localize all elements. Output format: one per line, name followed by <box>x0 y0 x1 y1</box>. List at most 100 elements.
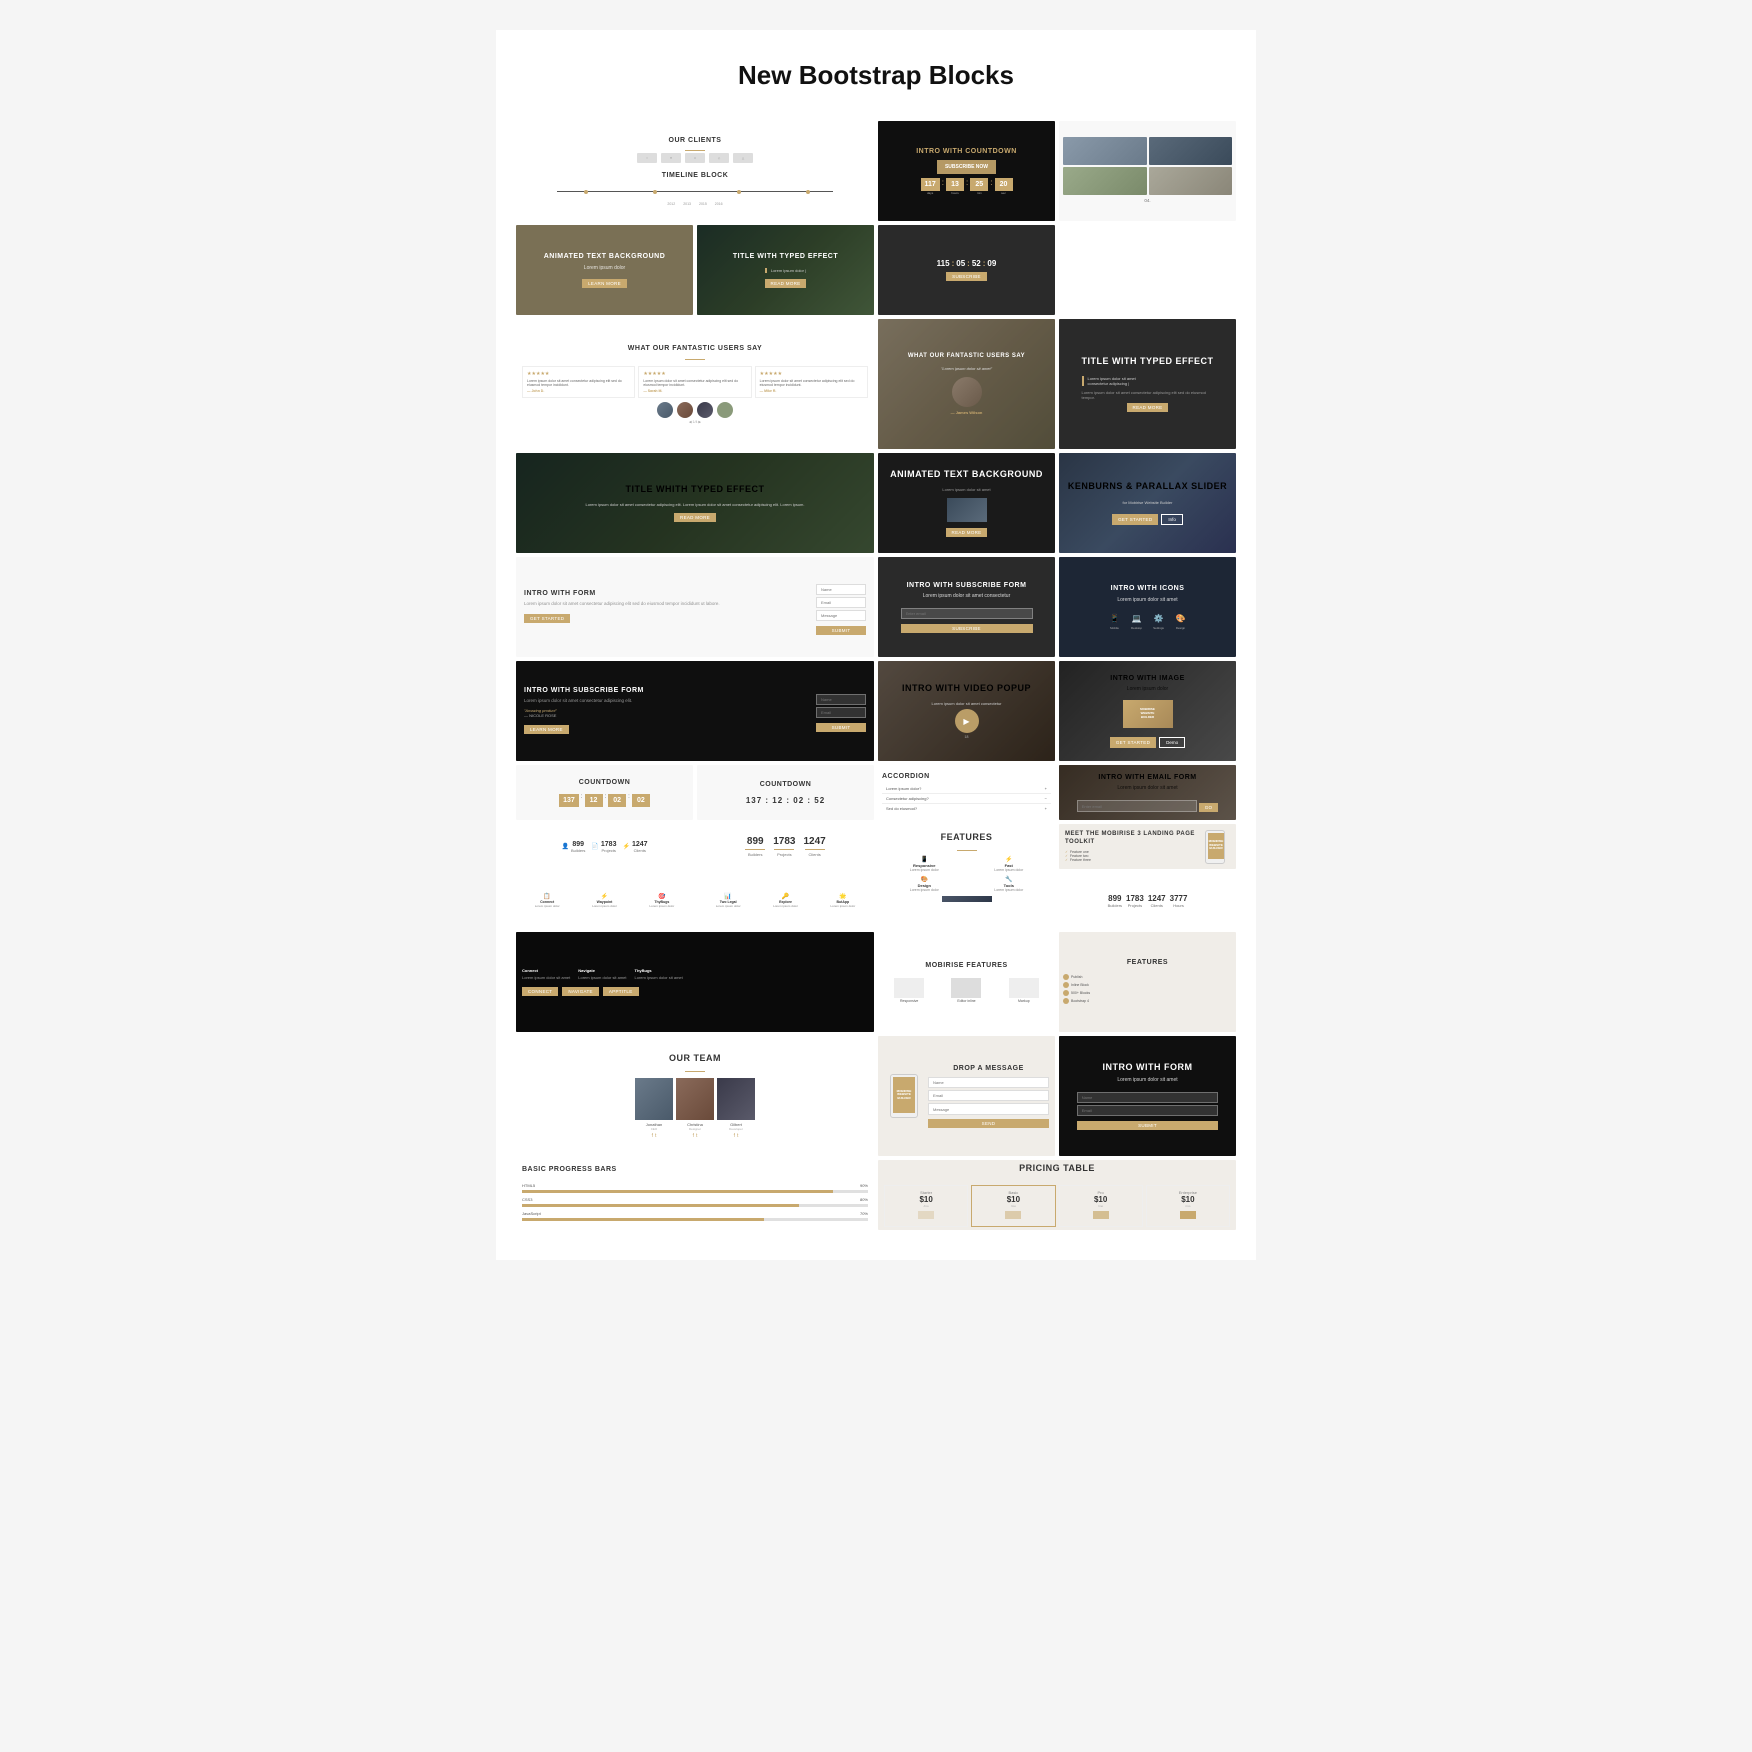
c-d1: 115 <box>937 259 950 268</box>
features-grid: 📱 Responsive Lorem ipsum dolor ⚡ Fast Lo… <box>884 856 1049 892</box>
users-quote: "Lorem ipsum dolor sit amet" <box>941 366 992 371</box>
mf-label-1: Responsive <box>882 999 936 1003</box>
drop-email[interactable] <box>928 1090 1049 1101</box>
typed-effect-col4[interactable]: TITLE WITH TYPED EFFECT Lorem ipsum dolo… <box>1059 319 1236 449</box>
service-6: 🌟 ButApp Lorem ipsum dolor <box>816 893 870 908</box>
count-min-label: min <box>977 191 982 195</box>
stat2-n3: 1247 <box>804 836 826 847</box>
social-tw-3[interactable]: t <box>737 1133 738 1139</box>
image-btn1[interactable]: Get Started <box>1110 737 1156 748</box>
pb-3: JavaScript70% <box>522 1211 868 1221</box>
intro-form-bottom-block[interactable]: INTRO WITH FORM Lorem ipsum dolor sit am… <box>1059 1036 1236 1156</box>
feat-right-list: Publish Inline Block 500+ Blocks Bootstr… <box>1063 974 1232 1006</box>
our-team-block: OUR TEAM Jonathan CEO f t Christi <box>516 1036 874 1156</box>
intro-subscribe-form-block[interactable]: INTRO WITH SUBSCRIBE FORM Lorem ipsum do… <box>878 557 1055 657</box>
video-play-btn[interactable]: ▶ <box>955 709 979 733</box>
countdown-right-btn[interactable]: Subscribe <box>946 272 987 281</box>
progress-bars-block: Basic Progress Bars HTML590% CSS380% Jav… <box>516 1160 874 1230</box>
services-right-block: 📊 Two Legal Lorem ipsum dolor 🔑 Explore … <box>697 873 874 928</box>
dark-form-email[interactable] <box>816 707 866 718</box>
feat-text-2: Inline Block <box>1071 983 1089 987</box>
form-name-input[interactable] <box>816 584 866 595</box>
kenburns-btn1[interactable]: Get Started <box>1112 514 1158 525</box>
accordion-item-1[interactable]: Lorem ipsum dolor? + <box>882 784 1051 794</box>
intro-form-dark-btn[interactable]: Learn More <box>524 725 569 734</box>
count-item-2: 13 hours <box>946 178 964 195</box>
ib-email[interactable] <box>1077 1105 1219 1116</box>
subscribe-email[interactable] <box>901 608 1033 619</box>
feature-col-1: 📱 Responsive Lorem ipsum dolor <box>884 856 965 872</box>
typed-btn[interactable]: Read More <box>765 279 807 288</box>
feature-col-3: 🎨 Design Lorem ipsum dolor <box>884 876 965 892</box>
timeline-dot-3 <box>737 190 741 194</box>
testimonials-row: ★★★★★ Lorem ipsum dolor sit amet consect… <box>522 366 868 398</box>
acc-icon-3: + <box>1045 806 1047 811</box>
intro-countdown-block[interactable]: INTRO WITH COUNTDOWN SUBSCRIBE NOW 117 d… <box>878 121 1055 221</box>
testimonial-3: ★★★★★ Lorem ipsum dolor sit amet consect… <box>755 366 868 398</box>
icon-item-1: 📱 Mobile <box>1108 612 1122 630</box>
pb-3-fill <box>522 1218 764 1221</box>
dark-form-name[interactable] <box>816 694 866 705</box>
form-submit-btn[interactable]: Submit <box>816 626 866 635</box>
title-typed-effect-block[interactable]: TITLE WITH TYPED EFFECT Lorem ipsum dolo… <box>697 225 874 315</box>
dark-form-submit[interactable]: Submit <box>816 723 866 732</box>
intro-form-left-block[interactable]: INTRO WITH FORM Lorem ipsum dolor sit am… <box>516 557 874 657</box>
intro-icons-block[interactable]: INTRO WITH ICONS Lorem ipsum dolor sit a… <box>1059 557 1236 657</box>
subscribe-box[interactable]: SUBSCRIBE NOW <box>937 160 996 174</box>
animated-text-title: ANIMATED TEXT BACKGROUND <box>544 252 666 261</box>
image-btn2[interactable]: Demo <box>1159 737 1185 748</box>
ib-name[interactable] <box>1077 1092 1219 1103</box>
ib-submit[interactable]: Submit <box>1077 1121 1219 1130</box>
animated-text-bg2-btn[interactable]: Read More <box>946 528 988 537</box>
kenburns-btn2[interactable]: Info <box>1161 514 1183 525</box>
team-member-1: Jonathan CEO f t <box>635 1078 673 1139</box>
social-tw-2[interactable]: t <box>696 1133 697 1139</box>
c-sep1: : <box>952 259 955 268</box>
count-item-1: 117 days <box>921 178 940 195</box>
intro-image-block[interactable]: INTRO WITH IMAGE Lorem ipsum dolor MOBIR… <box>1059 661 1236 761</box>
animated-text-btn[interactable]: Learn More <box>582 279 627 288</box>
feat-desc-4: Lorem ipsum dolor <box>969 888 1050 892</box>
animated-text-bg-block[interactable]: ANIMATED TEXT BACKGROUND Lorem ipsum dol… <box>516 225 693 315</box>
kenburns-block[interactable]: KENBURNS & PARALLAX SLIDER for Mobirise … <box>1059 453 1236 553</box>
intro-form-dark-block[interactable]: INTRO WITH SUBSCRIBE FORM Lorem ipsum do… <box>516 661 874 761</box>
pricing-title: PRICING TABLE <box>1019 1163 1095 1175</box>
countdown-top-right-block: 115 : 05 : 52 : 09 Subscribe <box>878 225 1055 315</box>
social-fb-1[interactable]: f <box>652 1133 653 1139</box>
animated-text-bg2-block[interactable]: ANIMATED TEXT BACKGROUND Lorem ipsum dol… <box>878 453 1055 553</box>
social-fb-2[interactable]: f <box>693 1133 694 1139</box>
progress-title: Basic Progress Bars <box>522 1165 617 1174</box>
intro-email-form-block[interactable]: INTRO WITH EMAIL FORM Lorem ipsum dolor … <box>1059 765 1236 820</box>
accordion-item-3[interactable]: Sed do eiusmod? + <box>882 804 1051 813</box>
social-tw-1[interactable]: t <box>655 1133 656 1139</box>
animated-text-bg2-desc: Lorem ipsum dolor sit amet <box>942 487 990 492</box>
drop-name[interactable] <box>928 1077 1049 1088</box>
typed-col4-btn[interactable]: Read More <box>1127 403 1169 412</box>
drop-submit[interactable]: Send <box>928 1119 1049 1128</box>
intro-video-popup-block[interactable]: INTRO WITH VIDEO POPUP Lorem ipsum dolor… <box>878 661 1055 761</box>
icon-row: 📱 Mobile 💻 Desktop ⚙️ Settings 🎨 Design <box>1108 612 1188 630</box>
email-form-btn[interactable]: Go <box>1199 803 1219 812</box>
meet-phone: MOBIRISEWEBSITEBUILDER <box>1200 827 1230 867</box>
test-author-1: — John D. <box>527 389 630 393</box>
email-form-input[interactable] <box>1077 800 1197 812</box>
social-fb-3[interactable]: f <box>734 1133 735 1139</box>
feature-icon-4: 🎨 <box>1174 612 1188 626</box>
form-message-input[interactable] <box>816 610 866 621</box>
dark-btn2[interactable]: Navigate <box>562 987 599 996</box>
dark-btn3[interactable]: AppTitle <box>603 987 639 996</box>
meet-title: MEET THE MOBIRISE 3 LANDING PAGE TOOLKIT <box>1065 831 1196 847</box>
dark-btn1[interactable]: Connect <box>522 987 558 996</box>
intro-form-left-btn[interactable]: Get Started <box>524 614 570 623</box>
subscribe-btn[interactable]: Subscribe <box>901 624 1033 633</box>
avatar-2 <box>677 402 693 418</box>
accordion-item-2[interactable]: Consectetur adipiscing? − <box>882 794 1051 804</box>
c-d4: 09 <box>987 259 996 268</box>
title-typed-full-block[interactable]: TITLE WHITH TYPED EFFECT Lorem ipsum dol… <box>516 453 874 553</box>
typed-full-btn[interactable]: Read More <box>674 513 716 522</box>
services-grid: 📋 Connect Lorem ipsum dolor ⚡ Waypoint L… <box>520 893 689 908</box>
drop-msg[interactable] <box>928 1103 1049 1115</box>
svc-desc-2: Lorem ipsum dolor <box>577 904 631 908</box>
form-email-input[interactable] <box>816 597 866 608</box>
kenburns-title: KENBURNS & PARALLAX SLIDER <box>1068 481 1227 493</box>
